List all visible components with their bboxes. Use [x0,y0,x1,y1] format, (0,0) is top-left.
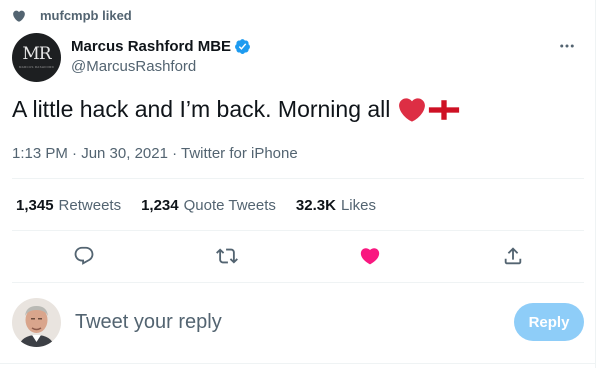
divider [12,230,584,231]
avatar-caption: MARCUS RASHFORD [18,64,55,69]
quote-tweets-label: Quote Tweets [183,197,276,214]
likes-stat[interactable]: 32.3K Likes [296,197,376,214]
like-icon[interactable] [359,245,381,267]
likes-count: 32.3K [295,197,336,214]
red-heart-emoji-icon [399,97,426,122]
column-border [595,0,596,368]
share-icon[interactable] [502,245,524,267]
user-avatar-photo-icon [12,297,61,347]
social-context-text[interactable]: mufcmpb liked [40,8,132,23]
likes-label: Likes [340,197,376,214]
display-name-row: Marcus Rashford MBE [71,36,251,56]
retweets-stat[interactable]: 1,345 Retweets [16,197,121,214]
heart-icon [13,10,25,22]
divider [0,363,595,364]
reply-composer: Reply [12,296,584,348]
verified-badge-icon [235,38,250,54]
retweets-count: 1,345 [16,197,54,214]
reply-icon[interactable] [73,245,95,267]
author-avatar[interactable]: MR MARCUS RASHFORD [12,33,61,82]
author-display-name[interactable]: Marcus Rashford MBE [71,38,231,55]
author-handle[interactable]: @MarcusRashford [71,58,251,75]
more-options-icon[interactable] [558,37,576,55]
tweet-text-content: A little hack and I’m back. Morning all [12,96,391,122]
tweet-stats: 1,345 Retweets 1,234 Quote Tweets 32.3K … [16,197,396,214]
avatar-monogram: MR [22,43,51,64]
quote-tweets-stat[interactable]: 1,234 Quote Tweets [141,197,276,214]
tweet-header: MR MARCUS RASHFORD Marcus Rashford MBE @… [12,33,584,83]
retweet-icon[interactable] [215,245,238,267]
tweet-timestamp[interactable]: 1:13 PM · Jun 30, 2021 · Twitter for iPh… [12,145,298,162]
tweet-actions [12,244,584,268]
reply-button[interactable]: Reply [514,303,584,341]
reply-input[interactable] [73,309,514,335]
user-avatar[interactable] [12,297,61,347]
quote-tweets-count: 1,234 [141,197,179,214]
divider [12,282,584,283]
retweets-label: Retweets [58,197,122,214]
social-context: mufcmpb liked [12,8,132,23]
england-flag-emoji-icon [429,99,460,120]
author-names: Marcus Rashford MBE @MarcusRashford [71,36,251,75]
tweet-page: mufcmpb liked MR MARCUS RASHFORD Marcus … [0,0,598,368]
tweet-text: A little hack and I’m back. Morning all [12,96,460,123]
divider [12,178,584,179]
